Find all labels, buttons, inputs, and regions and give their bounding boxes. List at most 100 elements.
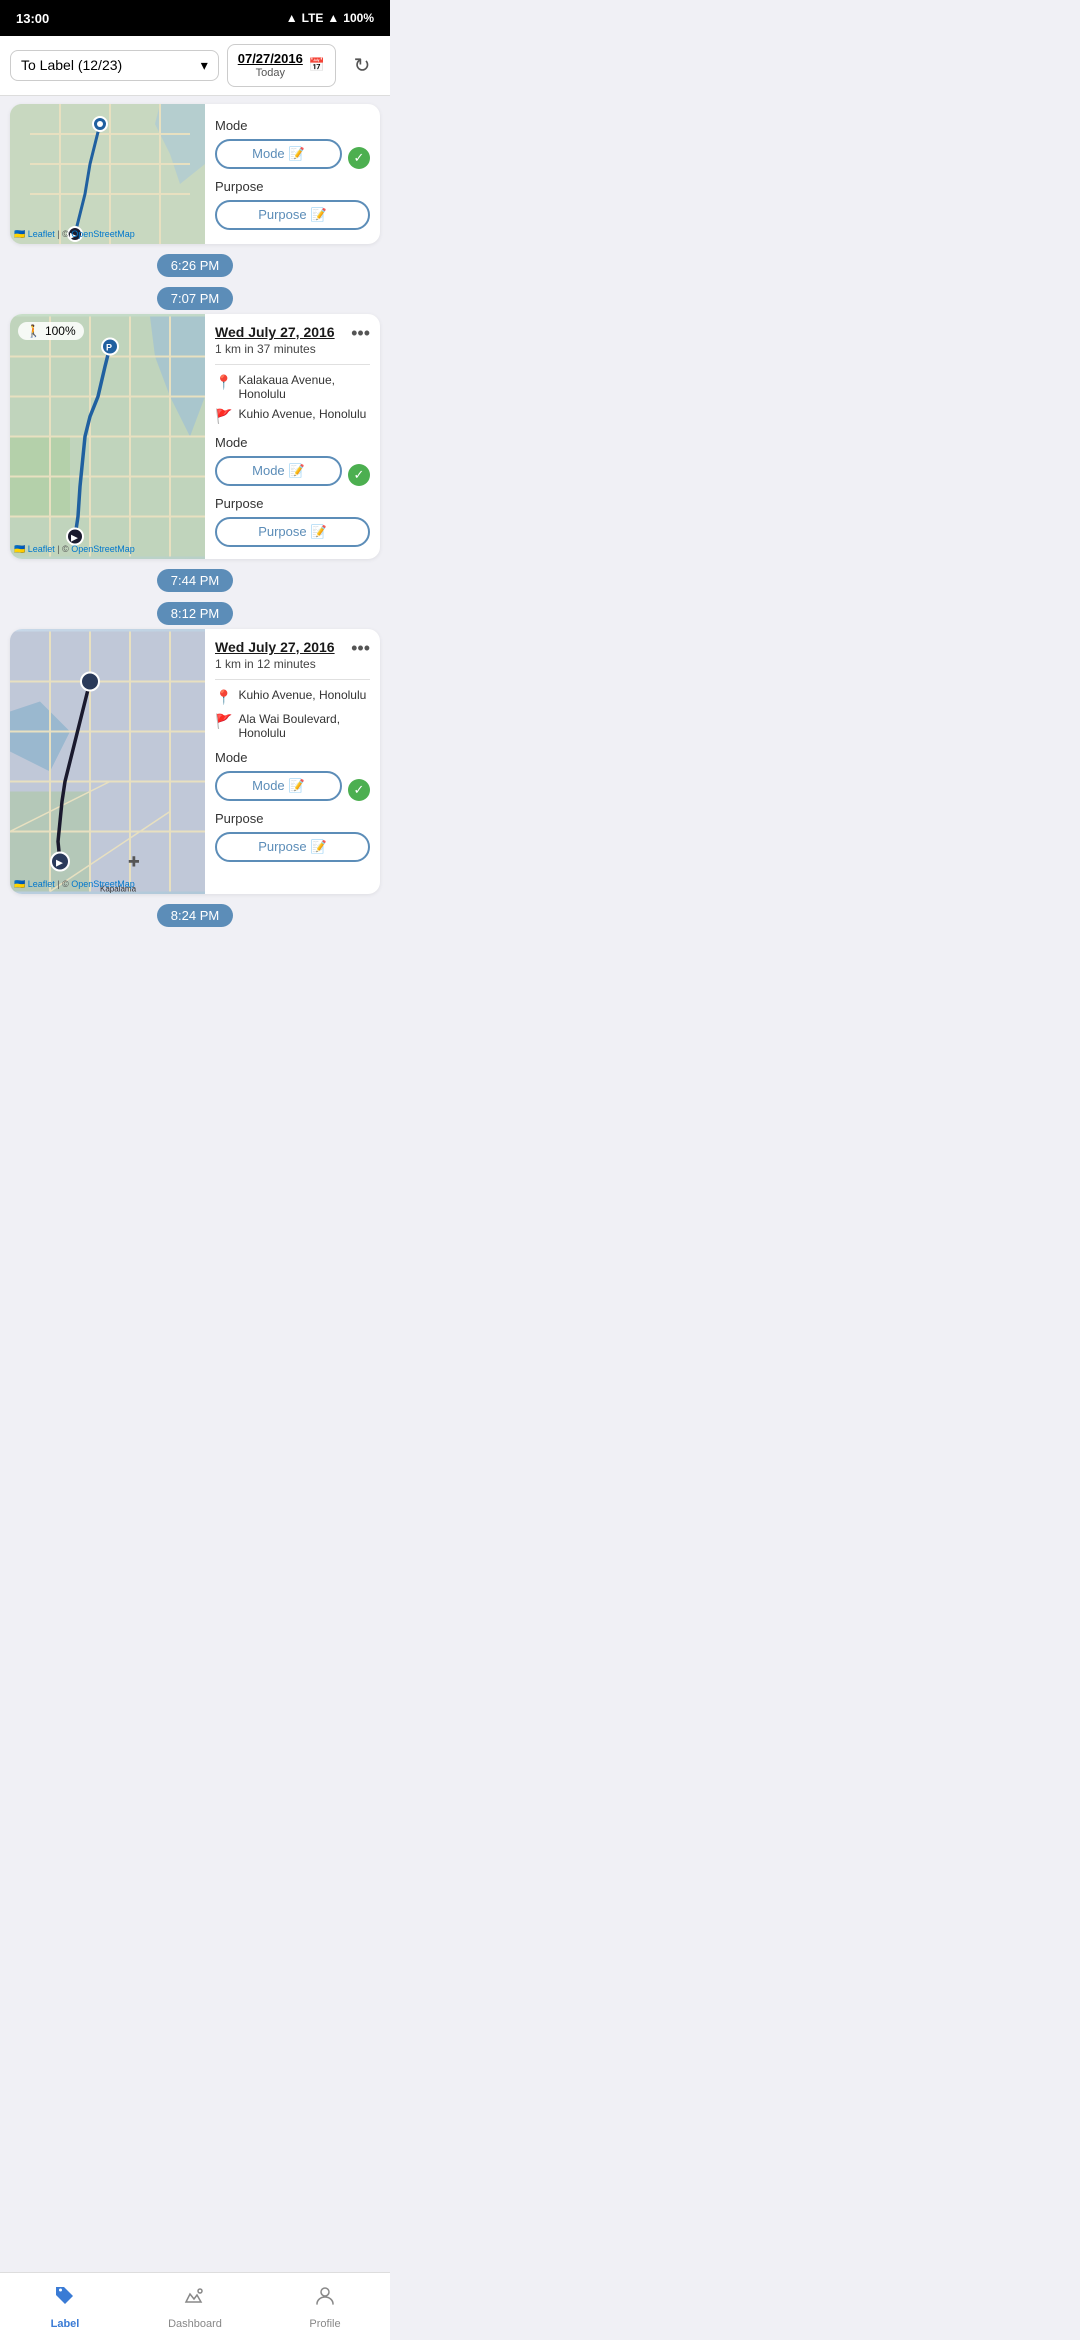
osm-link-1[interactable]: OpenStreetMap — [71, 544, 135, 554]
trip-info-2: Wed July 27, 2016 1 km in 12 minutes •••… — [205, 629, 380, 894]
date-picker[interactable]: 07/27/2016 Today 📅 — [227, 44, 336, 87]
nav-profile[interactable]: Profile — [260, 2273, 390, 2340]
purpose-btn-label: Purpose — [258, 207, 306, 222]
to-text-2: Ala Wai Boulevard, Honolulu — [238, 712, 370, 740]
time-bubble-812: 8:12 PM — [0, 602, 390, 625]
calendar-icon: 📅 — [309, 57, 325, 73]
time-bubble-824: 8:24 PM — [0, 904, 390, 927]
walk-badge-1: 🚶 100% — [18, 322, 84, 340]
svg-text:▶: ▶ — [71, 532, 78, 542]
nav-dashboard[interactable]: Dashboard — [130, 2273, 260, 2340]
svg-text:▶: ▶ — [56, 857, 63, 867]
trip-header-2: Wed July 27, 2016 1 km in 12 minutes ••• — [215, 639, 370, 671]
mode-check-partial: ✓ — [348, 147, 370, 169]
signal-icon: ▲ — [327, 11, 339, 25]
time-text-744: 7:44 PM — [157, 569, 233, 592]
from-location-1: 📍 Kalakaua Avenue, Honolulu — [215, 373, 370, 401]
time-bubble-626: 6:26 PM — [0, 254, 390, 277]
trip-duration-1: 1 km in 37 minutes — [215, 342, 335, 356]
mode-icon-2: 📝 — [289, 778, 305, 794]
time-bubble-744: 7:44 PM — [0, 569, 390, 592]
divider-1 — [215, 364, 370, 365]
dashboard-icon — [183, 2284, 207, 2314]
status-icons: ▲ LTE ▲ 100% — [286, 11, 374, 25]
status-bar: 13:00 ▲ LTE ▲ 100% — [0, 0, 390, 36]
map-credit-2: 🇺🇦 Leaflet | © OpenStreetMap — [14, 879, 135, 890]
leaflet-link-1[interactable]: Leaflet — [28, 544, 55, 554]
trip-map-2: ▶ ✚ Kapalama 🇺🇦 Leaflet | © OpenStreetMa… — [10, 629, 205, 894]
trip-date-2: Wed July 27, 2016 — [215, 639, 335, 655]
leaflet-link-2[interactable]: Leaflet — [28, 879, 55, 889]
walk-icon: 🚶 — [26, 324, 41, 338]
date-main: 07/27/2016 — [238, 51, 303, 67]
mode-button-partial[interactable]: Mode 📝 — [215, 139, 342, 169]
mode-label-partial: Mode — [215, 118, 370, 133]
nav-profile-text: Profile — [309, 2318, 340, 2330]
mode-section-2: Mode — [215, 750, 370, 765]
trip-card-2: ▶ ✚ Kapalama 🇺🇦 Leaflet | © OpenStreetMa… — [10, 629, 380, 894]
mode-row-partial: Mode 📝 ✓ — [215, 139, 370, 169]
mode-icon-1: 📝 — [289, 463, 305, 479]
to-text-1: Kuhio Avenue, Honolulu — [238, 407, 366, 421]
mode-row-1: Mode 📝 ✓ — [215, 456, 370, 486]
trip-map-partial: ▶ 🇺🇦 Leaflet | © OpenStreetMap — [10, 104, 205, 244]
purpose-icon-1: 📝 — [311, 524, 327, 540]
purpose-button-1[interactable]: Purpose 📝 — [215, 517, 370, 547]
mode-check-1: ✓ — [348, 464, 370, 486]
from-icon-1: 📍 — [215, 374, 232, 391]
leaflet-link[interactable]: Leaflet — [28, 229, 55, 239]
purpose-label-partial: Purpose — [215, 179, 370, 194]
time-text-824: 8:24 PM — [157, 904, 233, 927]
purpose-icon-2: 📝 — [311, 839, 327, 855]
divider-2 — [215, 679, 370, 680]
trip-info-partial: Mode Mode 📝 ✓ Purpose Purpose 📝 — [205, 104, 380, 244]
trip-card-1: P ▶ 🚶 100% 🇺🇦 Leaflet | © OpenStreetMap … — [10, 314, 380, 559]
to-location-2: 🚩 Ala Wai Boulevard, Honolulu — [215, 712, 370, 740]
trip-header-1: Wed July 27, 2016 1 km in 37 minutes ••• — [215, 324, 370, 356]
bottom-nav: Label Dashboard Profile — [0, 2272, 390, 2340]
trip-map-1: P ▶ 🚶 100% 🇺🇦 Leaflet | © OpenStreetMap — [10, 314, 205, 559]
trip-info-1: Wed July 27, 2016 1 km in 37 minutes •••… — [205, 314, 380, 559]
refresh-icon: ↻ — [354, 53, 371, 78]
purpose-button-partial[interactable]: Purpose 📝 — [215, 200, 370, 230]
trip-list: ▶ 🇺🇦 Leaflet | © OpenStreetMap Mode Mode… — [0, 96, 390, 1013]
purpose-section-1: Purpose — [215, 496, 370, 511]
to-icon-1: 🚩 — [215, 408, 232, 425]
nav-label-text: Label — [51, 2318, 80, 2330]
mode-section-1: Mode — [215, 435, 370, 450]
osm-link-2[interactable]: OpenStreetMap — [71, 879, 135, 889]
map-credit-1: 🇺🇦 Leaflet | © OpenStreetMap — [14, 544, 135, 555]
time-text-626: 6:26 PM — [157, 254, 233, 277]
trip-header-left: Wed July 27, 2016 1 km in 37 minutes — [215, 324, 335, 356]
purpose-label-1: Purpose — [258, 524, 306, 539]
purpose-section-2: Purpose — [215, 811, 370, 826]
from-location-2: 📍 Kuhio Avenue, Honolulu — [215, 688, 370, 706]
to-icon-2: 🚩 — [215, 713, 232, 730]
trip-header-left-2: Wed July 27, 2016 1 km in 12 minutes — [215, 639, 335, 671]
mode-edit-icon: 📝 — [289, 146, 305, 162]
from-text-2: Kuhio Avenue, Honolulu — [238, 688, 366, 702]
mode-button-1[interactable]: Mode 📝 — [215, 456, 342, 486]
refresh-button[interactable]: ↻ — [344, 47, 380, 83]
purpose-button-2[interactable]: Purpose 📝 — [215, 832, 370, 862]
mode-label-1: Mode — [252, 463, 285, 478]
nav-label[interactable]: Label — [0, 2273, 130, 2340]
mode-check-2: ✓ — [348, 779, 370, 801]
trip-date-1: Wed July 27, 2016 — [215, 324, 335, 340]
from-text-1: Kalakaua Avenue, Honolulu — [238, 373, 370, 401]
trip-menu-1[interactable]: ••• — [351, 324, 370, 342]
trip-duration-2: 1 km in 12 minutes — [215, 657, 335, 671]
filter-dropdown[interactable]: To Label (12/23) ▾ — [10, 50, 219, 81]
battery-icon: 100% — [343, 11, 374, 25]
time-bubble-707: 7:07 PM — [0, 287, 390, 310]
purpose-label-2: Purpose — [258, 839, 306, 854]
from-icon-2: 📍 — [215, 689, 232, 706]
walk-percent: 100% — [45, 324, 76, 338]
header: To Label (12/23) ▾ 07/27/2016 Today 📅 ↻ — [0, 36, 390, 96]
trip-menu-2[interactable]: ••• — [351, 639, 370, 657]
mode-button-2[interactable]: Mode 📝 — [215, 771, 342, 801]
time-text-707: 7:07 PM — [157, 287, 233, 310]
osm-link[interactable]: OpenStreetMap — [71, 229, 135, 239]
date-sub: Today — [238, 67, 303, 80]
svg-text:✚: ✚ — [128, 853, 140, 869]
